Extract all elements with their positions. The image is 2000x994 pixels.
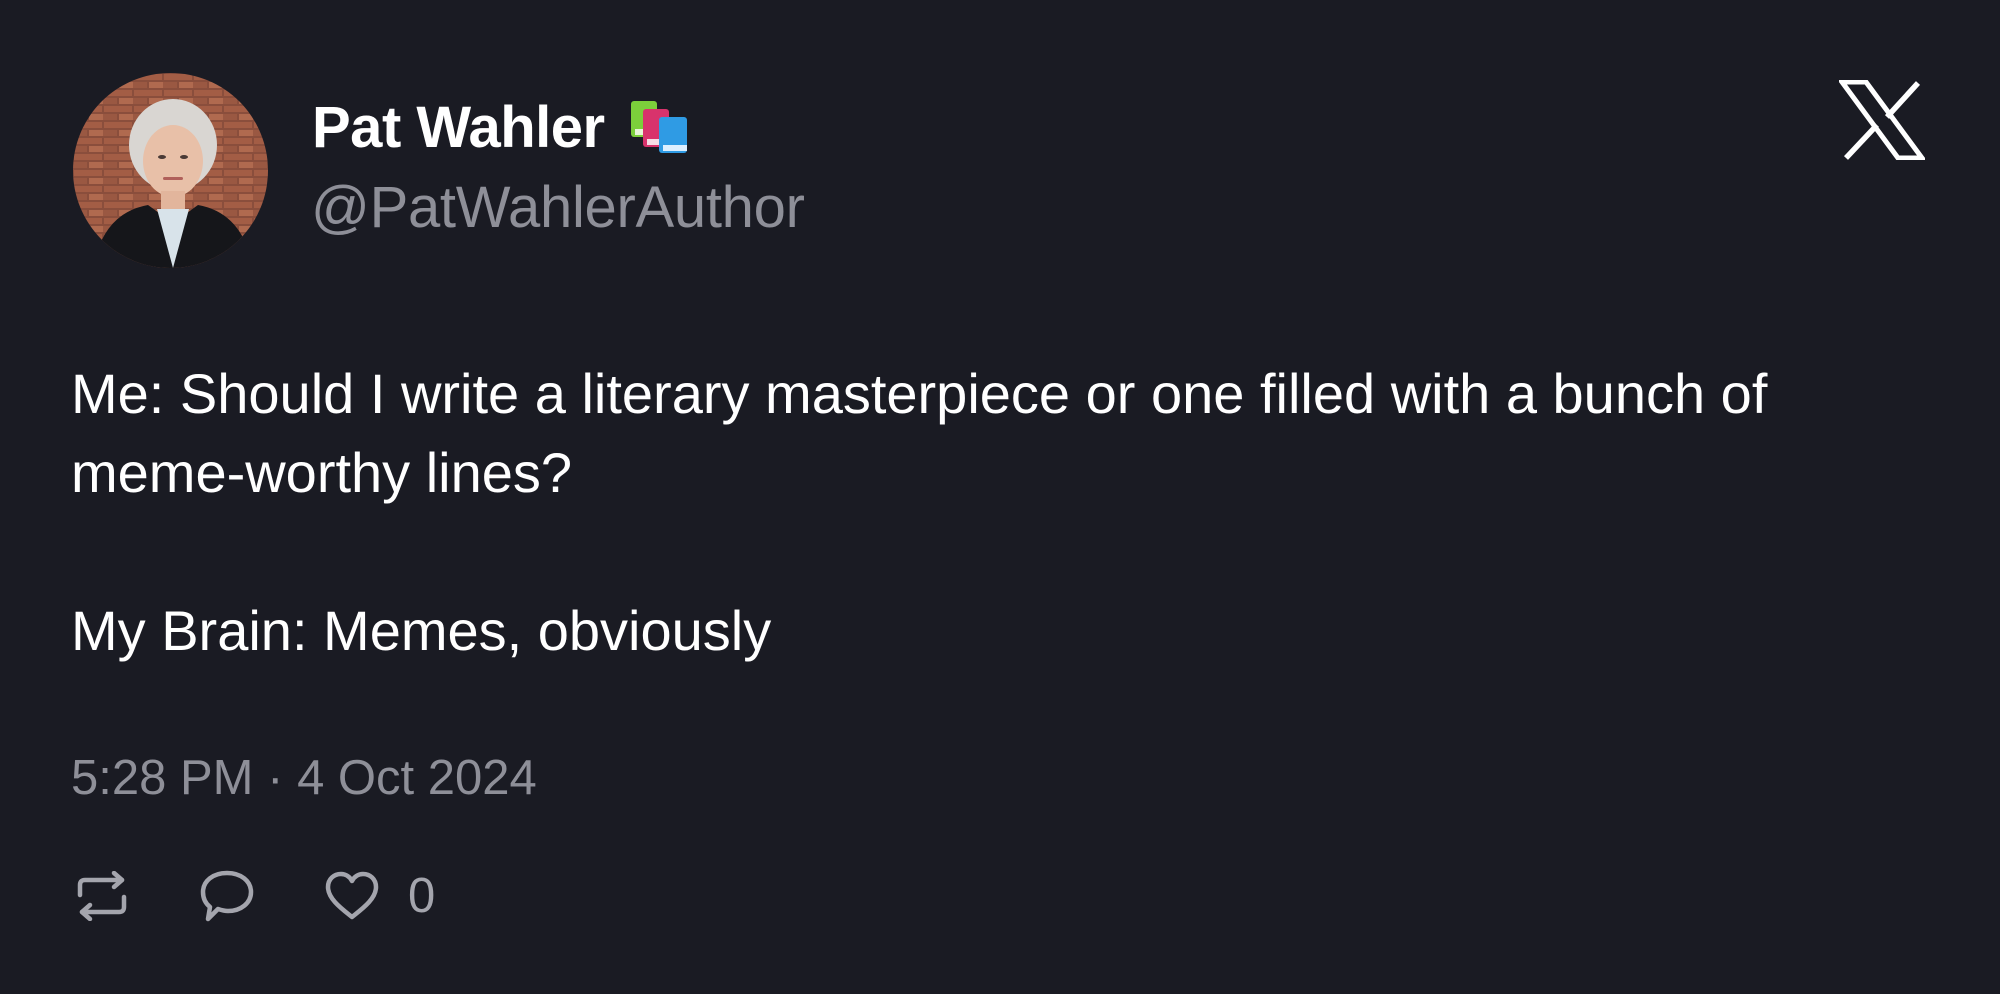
timestamp[interactable]: 5:28 PM · 4 Oct 2024 (71, 750, 537, 806)
reply-button[interactable] (199, 869, 255, 923)
like-button[interactable]: 0 (324, 868, 435, 924)
author-name-row: Pat Wahler (312, 92, 691, 162)
avatar-photo (73, 73, 268, 268)
display-name[interactable]: Pat Wahler (312, 94, 605, 161)
reply-icon (200, 870, 254, 922)
tweet-card: Pat Wahler @PatWahlerAuthor Me: Should I… (0, 0, 2000, 994)
avatar[interactable] (73, 73, 268, 268)
tweet-text: Me: Should I write a literary masterpiec… (71, 354, 1911, 670)
tweet-paragraph: My Brain: Memes, obviously (71, 599, 772, 662)
like-count: 0 (408, 869, 436, 923)
timestamp-separator: · (267, 751, 284, 805)
author-handle[interactable]: @PatWahlerAuthor (311, 174, 805, 241)
x-logo-icon[interactable] (1837, 79, 1927, 161)
tweet-date: 4 Oct 2024 (297, 751, 537, 805)
retweet-button[interactable] (74, 871, 130, 921)
retweet-icon (77, 871, 127, 921)
tweet-time: 5:28 PM (71, 751, 254, 805)
books-emoji-icon (629, 99, 691, 155)
tweet-paragraph: Me: Should I write a literary masterpiec… (71, 362, 1783, 504)
action-bar: 0 (74, 866, 435, 926)
heart-icon (325, 871, 379, 920)
